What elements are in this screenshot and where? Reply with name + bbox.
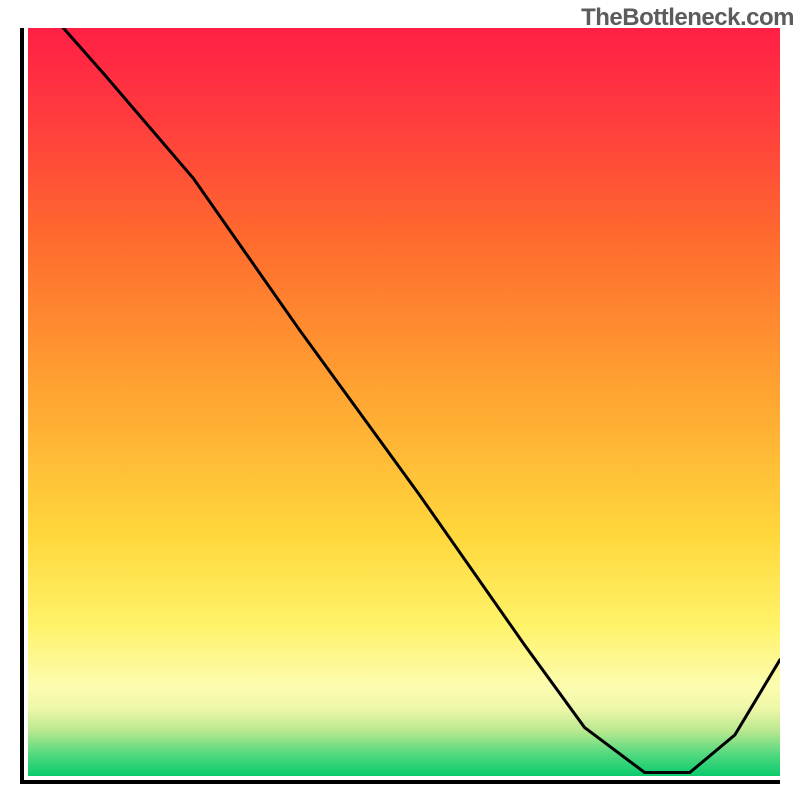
chart-area [20, 28, 780, 784]
chart-line [28, 28, 780, 780]
